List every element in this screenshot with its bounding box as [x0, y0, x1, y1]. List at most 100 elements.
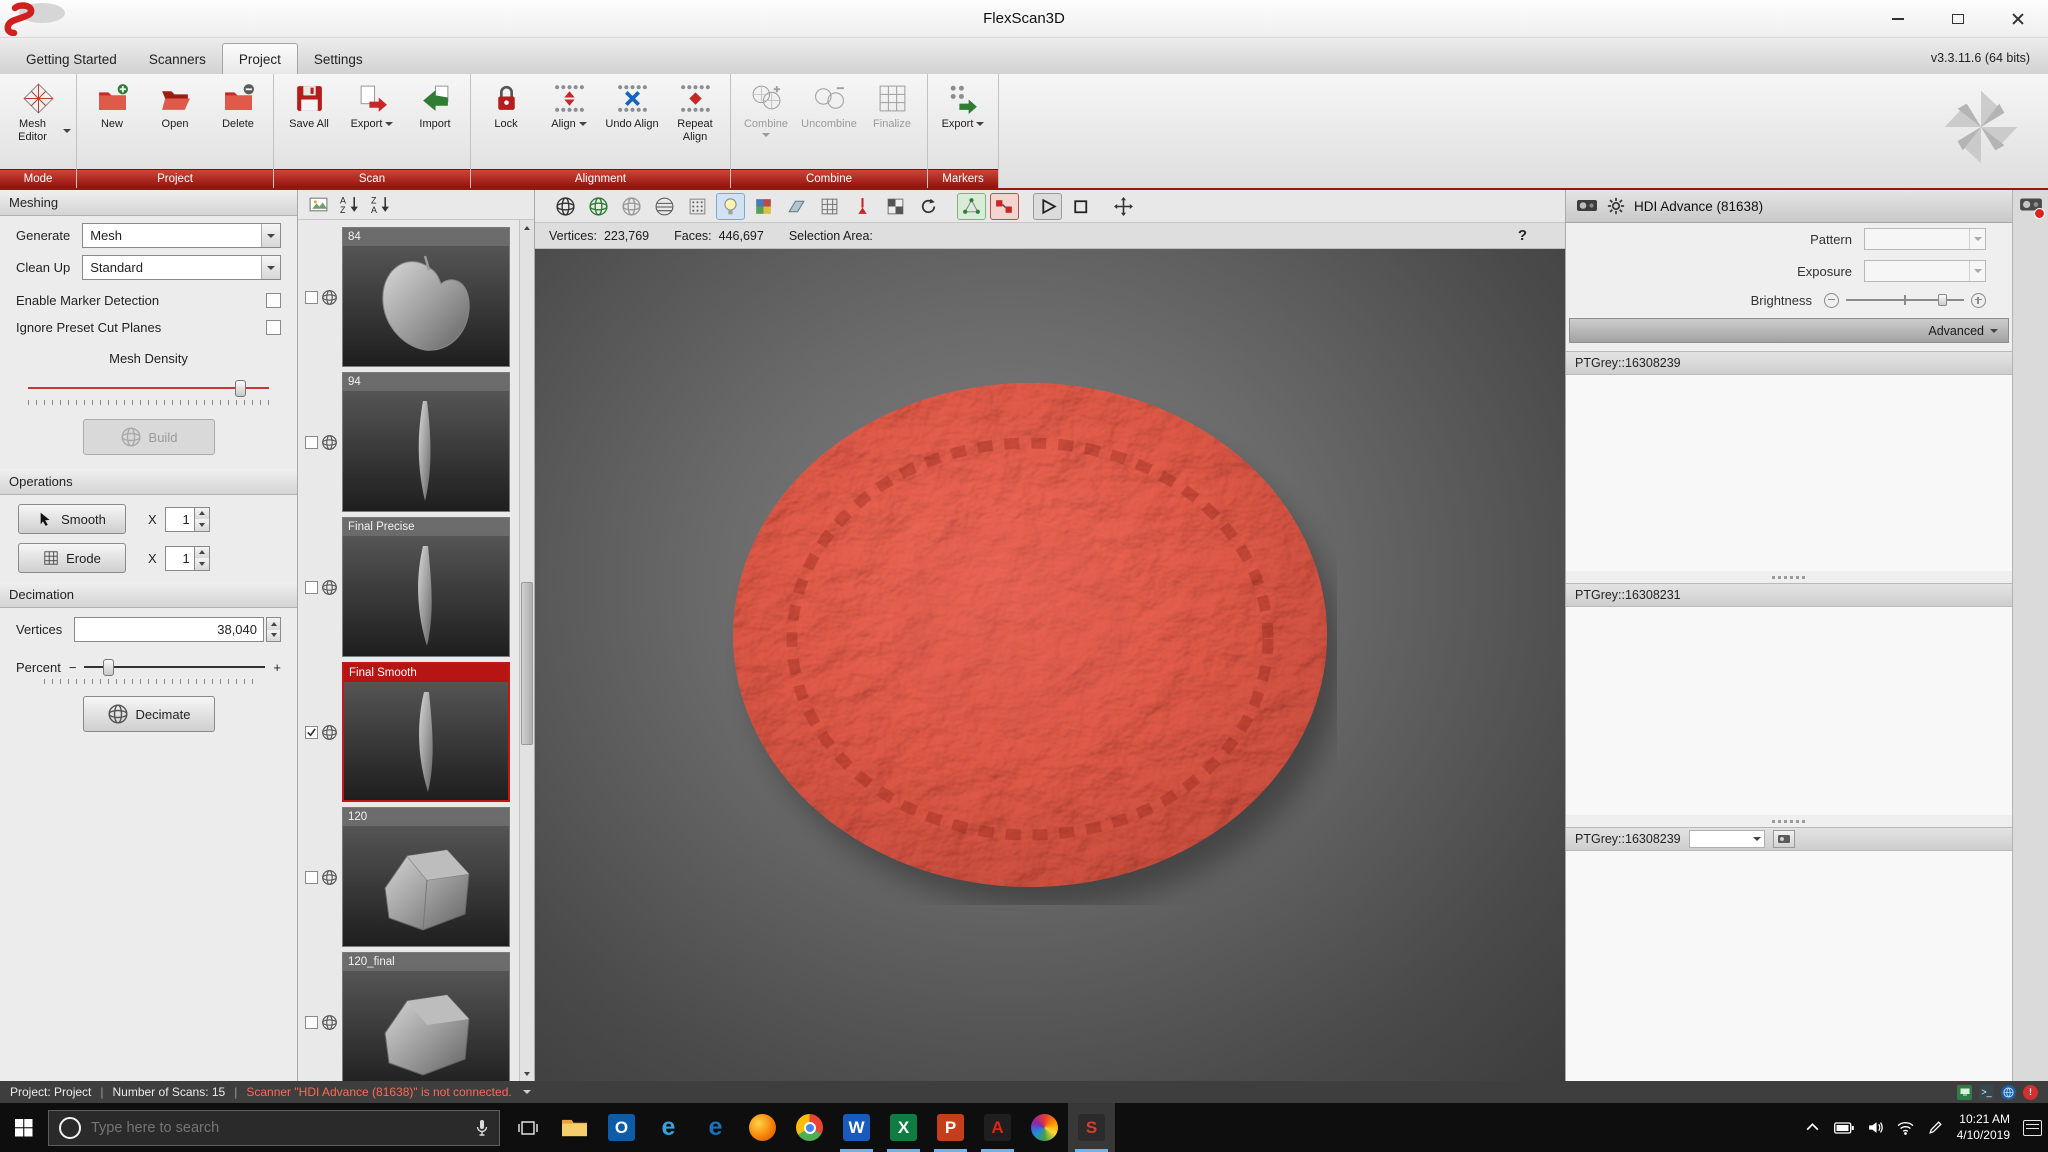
scan-visibility-checkbox[interactable]: [304, 435, 318, 449]
brightness-handle[interactable]: [1938, 294, 1947, 306]
cleanup-dropdown[interactable]: Standard: [82, 255, 281, 280]
lock-button[interactable]: Lock: [476, 77, 536, 166]
close-button[interactable]: [1988, 0, 2048, 37]
scan-visibility-checkbox[interactable]: [304, 870, 318, 884]
percent-slider[interactable]: [84, 657, 266, 677]
probe-tool-icon[interactable]: [848, 193, 877, 220]
play-icon[interactable]: [1033, 192, 1062, 220]
scrollbar-thumb[interactable]: [521, 581, 533, 746]
taskbar-search[interactable]: [48, 1109, 500, 1146]
marker-detection-checkbox[interactable]: [266, 293, 281, 308]
scan-visibility-checkbox[interactable]: [304, 725, 318, 739]
scroll-down-icon[interactable]: [520, 1066, 534, 1081]
flat-shade-icon[interactable]: [617, 193, 646, 220]
battery-icon[interactable]: [1833, 1121, 1854, 1134]
spin-down-icon[interactable]: [267, 629, 280, 641]
spin-up-icon[interactable]: [194, 546, 209, 558]
new-button[interactable]: New: [82, 77, 142, 166]
erode-count-spinner[interactable]: 1: [164, 545, 210, 571]
clock[interactable]: 10:21 AM 4/10/2019: [1957, 1112, 2010, 1143]
save-all-button[interactable]: Save All: [279, 77, 339, 166]
advanced-toggle[interactable]: Advanced: [1569, 318, 2009, 343]
internet-explorer-button[interactable]: e: [692, 1103, 739, 1152]
flexscan-taskbar-button[interactable]: S: [1068, 1103, 1115, 1152]
splitter-handle[interactable]: [1566, 815, 2012, 827]
camera-section-3-header[interactable]: PTGrey::16308239: [1566, 827, 2012, 851]
help-button[interactable]: ?: [1518, 227, 1527, 244]
powerpoint-button[interactable]: P: [927, 1103, 974, 1152]
stop-icon[interactable]: [1066, 193, 1095, 220]
spin-down-icon[interactable]: [194, 558, 209, 570]
file-explorer-button[interactable]: [551, 1103, 598, 1152]
camera-icon[interactable]: [1576, 198, 1598, 214]
cut-plane-icon[interactable]: [782, 193, 811, 220]
chrome-button[interactable]: [786, 1103, 833, 1152]
scan-thumbnail[interactable]: 94: [342, 372, 510, 512]
spin-up-icon[interactable]: [267, 618, 280, 630]
menu-scanners[interactable]: Scanners: [133, 44, 222, 74]
open-button[interactable]: Open: [145, 77, 205, 166]
vertices-spinner[interactable]: [266, 617, 281, 642]
excel-button[interactable]: X: [880, 1103, 927, 1152]
cut-planes-checkbox[interactable]: [266, 320, 281, 335]
scan-thumbnail-selected[interactable]: Final Smooth: [342, 662, 510, 802]
minimize-button[interactable]: [1868, 0, 1928, 37]
outlook-button[interactable]: O: [598, 1103, 645, 1152]
brightness-slider[interactable]: [1846, 292, 1964, 308]
camera-section-1-header[interactable]: PTGrey::16308239: [1566, 351, 2012, 375]
scroll-up-icon[interactable]: [520, 220, 534, 235]
cortana-icon[interactable]: [59, 1116, 81, 1139]
status-error-icon[interactable]: !: [2023, 1084, 2038, 1100]
erode-button[interactable]: Erode: [18, 543, 126, 573]
status-network-icon[interactable]: [2001, 1084, 2016, 1100]
word-button[interactable]: W: [833, 1103, 880, 1152]
percent-minus[interactable]: −: [69, 660, 77, 675]
start-button[interactable]: [0, 1103, 48, 1152]
manual-align-icon[interactable]: [990, 192, 1019, 220]
smooth-button[interactable]: Smooth: [18, 504, 126, 534]
rotate-view-icon[interactable]: [914, 193, 943, 220]
brightness-plus-button[interactable]: [1971, 292, 1986, 308]
warning-dropdown-icon[interactable]: [522, 1090, 531, 1094]
sort-ascending-icon[interactable]: AZ: [339, 194, 360, 215]
menu-getting-started[interactable]: Getting Started: [10, 44, 133, 74]
import-button[interactable]: Import: [405, 77, 465, 166]
vertices-input[interactable]: 38,040: [74, 617, 264, 642]
splitter-handle[interactable]: [1566, 571, 2012, 583]
generate-dropdown[interactable]: Mesh: [82, 223, 281, 248]
status-console-icon[interactable]: >_: [1979, 1084, 1994, 1100]
search-input[interactable]: [91, 1119, 465, 1136]
percent-handle[interactable]: [102, 659, 114, 676]
scan-thumbnail[interactable]: 120: [342, 807, 510, 947]
microphone-icon[interactable]: [475, 1119, 489, 1137]
texture-view-icon[interactable]: [749, 193, 778, 220]
decimate-button[interactable]: Decimate: [82, 696, 215, 732]
image-view-icon[interactable]: [308, 194, 329, 215]
light-toggle-icon[interactable]: [716, 192, 745, 220]
smooth-count-spinner[interactable]: 1: [164, 506, 210, 532]
wireframe-icon[interactable]: [650, 193, 679, 220]
viewport-canvas[interactable]: [535, 249, 1565, 1081]
percent-plus[interactable]: +: [273, 660, 281, 675]
pan-move-icon[interactable]: [1109, 193, 1138, 220]
spin-down-icon[interactable]: [194, 519, 209, 531]
export-scan-button[interactable]: Export: [342, 77, 402, 166]
export-markers-button[interactable]: Export: [933, 77, 993, 166]
pen-icon[interactable]: [1927, 1119, 1944, 1136]
network-icon[interactable]: [1897, 1119, 1914, 1136]
grid-icon[interactable]: [815, 193, 844, 220]
sort-descending-icon[interactable]: ZA: [370, 194, 391, 215]
scan-thumbnail[interactable]: Final Precise: [342, 517, 510, 657]
scan-list-scrollbar[interactable]: [519, 220, 534, 1081]
volume-icon[interactable]: [1867, 1119, 1884, 1136]
camera-3-settings-button[interactable]: [1772, 830, 1795, 848]
pattern-dropdown[interactable]: [1864, 228, 1986, 250]
tray-expand-icon[interactable]: [1804, 1119, 1821, 1136]
select-vertices-icon[interactable]: [957, 192, 986, 220]
spin-up-icon[interactable]: [194, 507, 209, 519]
brightness-minus-button[interactable]: [1824, 292, 1839, 308]
menu-project[interactable]: Project: [221, 43, 298, 74]
exposure-dropdown[interactable]: [1864, 260, 1986, 282]
edge-button[interactable]: e: [645, 1103, 692, 1152]
shaded-mesh-icon[interactable]: [551, 193, 580, 220]
